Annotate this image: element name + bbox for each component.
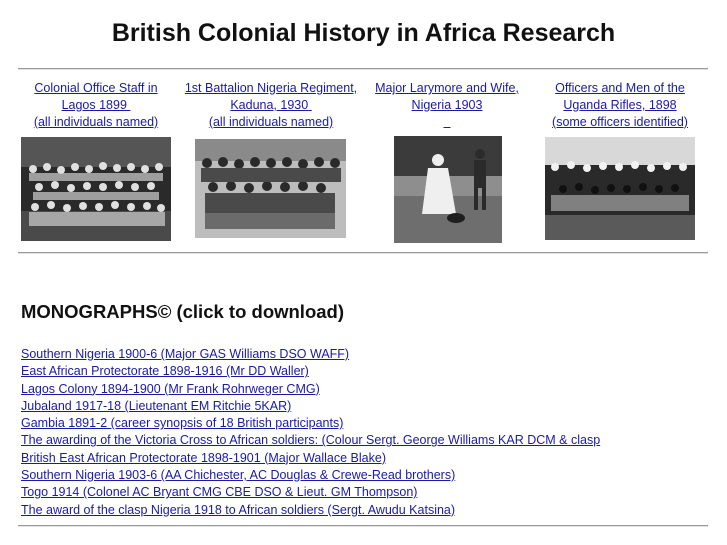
link-uganda-rifles-identified[interactable]: (some officers identified): [552, 115, 688, 129]
list-item: Gambia 1891-2 (career synopsis of 18 Bri…: [21, 415, 600, 432]
page-title: British Colonial History in Africa Resea…: [111, 19, 616, 47]
link-larymore[interactable]: Major Larymore and Wife, Nigeria 1903: [375, 81, 519, 112]
gallery-caption-colonial-office: Colonial Office Staff in Lagos 1899 (all …: [21, 80, 171, 131]
gallery-caption-nigeria-regiment: 1st Battalion Nigeria Regiment, Kaduna, 1…: [178, 80, 364, 131]
photo-larymore[interactable]: [394, 136, 502, 243]
link-nigeria-regiment[interactable]: 1st Battalion Nigeria Regiment, Kaduna, 1…: [185, 81, 357, 112]
monograph-link[interactable]: Jubaland 1917-18 (Lieutenant EM Ritchie …: [21, 399, 291, 413]
monograph-link[interactable]: Lagos Colony 1894-1900 (Mr Frank Rohrweg…: [21, 382, 320, 396]
link-larymore-extra[interactable]: [444, 115, 451, 129]
link-uganda-rifles[interactable]: Officers and Men of the Uganda Rifles, 18…: [555, 81, 685, 112]
photo-colonial-office-staff[interactable]: [21, 137, 171, 241]
monographs-heading: MONOGRAPHS© (click to download): [21, 301, 345, 322]
list-item: Jubaland 1917-18 (Lieutenant EM Ritchie …: [21, 398, 600, 415]
monograph-link[interactable]: The award of the clasp Nigeria 1918 to A…: [21, 503, 455, 517]
monograph-link[interactable]: East African Protectorate 1898-1916 (Mr …: [21, 364, 309, 378]
monograph-link[interactable]: The awarding of the Victoria Cross to Af…: [21, 433, 600, 447]
list-item: Southern Nigeria 1903-6 (AA Chichester, …: [21, 467, 600, 484]
list-item: The award of the clasp Nigeria 1918 to A…: [21, 502, 600, 519]
top-divider: [18, 68, 708, 70]
monograph-link[interactable]: Southern Nigeria 1903-6 (AA Chichester, …: [21, 468, 455, 482]
monograph-link[interactable]: Togo 1914 (Colonel AC Bryant CMG CBE DSO…: [21, 485, 417, 499]
list-item: East African Protectorate 1898-1916 (Mr …: [21, 363, 600, 380]
gallery-caption-larymore: Major Larymore and Wife, Nigeria 1903: [366, 80, 528, 131]
list-item: Togo 1914 (Colonel AC Bryant CMG CBE DSO…: [21, 484, 600, 501]
middle-divider: [18, 252, 708, 254]
link-colonial-office-named[interactable]: (all individuals named): [34, 115, 158, 129]
list-item: British East African Protectorate 1898-1…: [21, 450, 600, 467]
monograph-link[interactable]: British East African Protectorate 1898-1…: [21, 451, 386, 465]
link-colonial-office-staff[interactable]: Colonial Office Staff in Lagos 1899: [34, 81, 157, 112]
photo-uganda-rifles[interactable]: [545, 137, 695, 240]
list-item: Lagos Colony 1894-1900 (Mr Frank Rohrweg…: [21, 381, 600, 398]
list-item: The awarding of the Victoria Cross to Af…: [21, 432, 600, 449]
link-nigeria-regiment-named[interactable]: (all individuals named): [209, 115, 333, 129]
photo-nigeria-regiment[interactable]: [195, 139, 346, 238]
monograph-link[interactable]: Southern Nigeria 1900-6 (Major GAS Willi…: [21, 347, 349, 361]
monographs-list: Southern Nigeria 1900-6 (Major GAS Willi…: [21, 346, 600, 519]
gallery-caption-uganda-rifles: Officers and Men of the Uganda Rifles, 18…: [545, 80, 695, 131]
list-item: Southern Nigeria 1900-6 (Major GAS Willi…: [21, 346, 600, 363]
monograph-link[interactable]: Gambia 1891-2 (career synopsis of 18 Bri…: [21, 416, 343, 430]
bottom-divider: [18, 525, 708, 527]
